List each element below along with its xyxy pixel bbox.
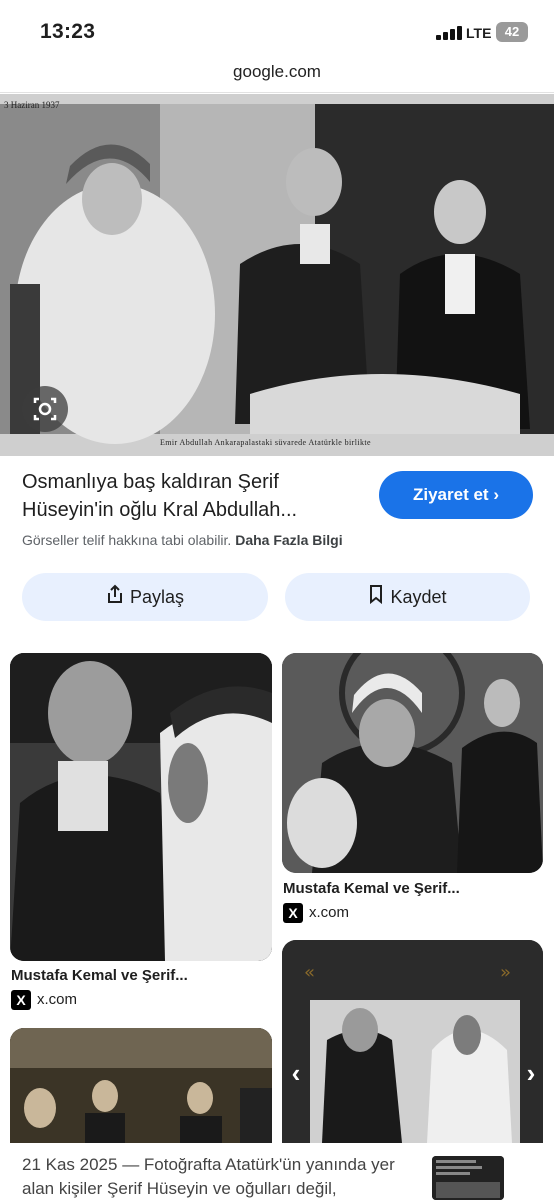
image-source[interactable]: Xx.com bbox=[283, 903, 349, 923]
photo-caption: Emir Abdullah Ankarapalastaki süvarede A… bbox=[160, 438, 371, 447]
divider bbox=[0, 92, 554, 93]
image-tile[interactable] bbox=[10, 1028, 272, 1143]
battery-icon: 42 bbox=[496, 22, 528, 42]
share-icon bbox=[106, 574, 124, 622]
image-tile[interactable] bbox=[10, 653, 272, 961]
more-info-link[interactable]: Daha Fazla Bilgi bbox=[235, 532, 342, 548]
source-label: x.com bbox=[309, 903, 350, 921]
svg-text:»: » bbox=[500, 962, 511, 983]
image-tile[interactable]: « » bbox=[282, 940, 543, 1143]
network-type: LTE bbox=[466, 25, 492, 41]
image-caption[interactable]: Mustafa Kemal ve Şerif... bbox=[283, 880, 460, 897]
url-bar[interactable]: google.com bbox=[0, 58, 554, 92]
image-source[interactable]: Xx.com bbox=[11, 990, 77, 1010]
hero-image[interactable]: 3 Haziran 1937 Emir Abdullah Ankarapalas… bbox=[0, 94, 554, 456]
google-lens-icon[interactable] bbox=[22, 386, 68, 432]
url-text: google.com bbox=[233, 62, 321, 81]
chevron-right-icon: › bbox=[493, 485, 499, 504]
news-thumbnail[interactable] bbox=[432, 1156, 504, 1200]
image-tile[interactable] bbox=[282, 653, 543, 873]
chevron-right-icon[interactable]: › bbox=[518, 1060, 544, 1086]
source-label: x.com bbox=[37, 990, 78, 1008]
signal-icon bbox=[436, 26, 464, 40]
photo-date-stamp: 3 Haziran 1937 bbox=[4, 100, 60, 110]
svg-text:«: « bbox=[304, 962, 315, 983]
x-logo-icon: X bbox=[283, 903, 303, 923]
visit-button[interactable]: Ziyaret et › bbox=[379, 471, 533, 519]
share-label: Paylaş bbox=[129, 587, 185, 607]
save-label: Kaydet bbox=[390, 587, 447, 607]
bookmark-icon bbox=[368, 574, 384, 622]
share-button[interactable]: Paylaş bbox=[22, 573, 268, 621]
save-button[interactable]: Kaydet bbox=[285, 573, 530, 621]
chevron-left-icon[interactable]: ‹ bbox=[283, 1060, 309, 1086]
status-bar: 13:23 LTE 42 bbox=[0, 0, 554, 60]
x-logo-icon: X bbox=[11, 990, 31, 1010]
news-snippet[interactable]: 21 Kas 2025 — Fotoğrafta Atatürk'ün yanı… bbox=[22, 1153, 422, 1201]
copyright-notice: Görseller telif hakkına tabi olabilir. D… bbox=[22, 532, 343, 548]
result-title[interactable]: Osmanlıya baş kaldıran Şerif Hüseyin'in … bbox=[22, 468, 362, 524]
visit-label: Ziyaret et bbox=[413, 485, 489, 504]
image-caption[interactable]: Mustafa Kemal ve Şerif... bbox=[11, 967, 188, 984]
status-time: 13:23 bbox=[40, 20, 96, 43]
copyright-text: Görseller telif hakkına tabi olabilir. bbox=[22, 532, 232, 548]
